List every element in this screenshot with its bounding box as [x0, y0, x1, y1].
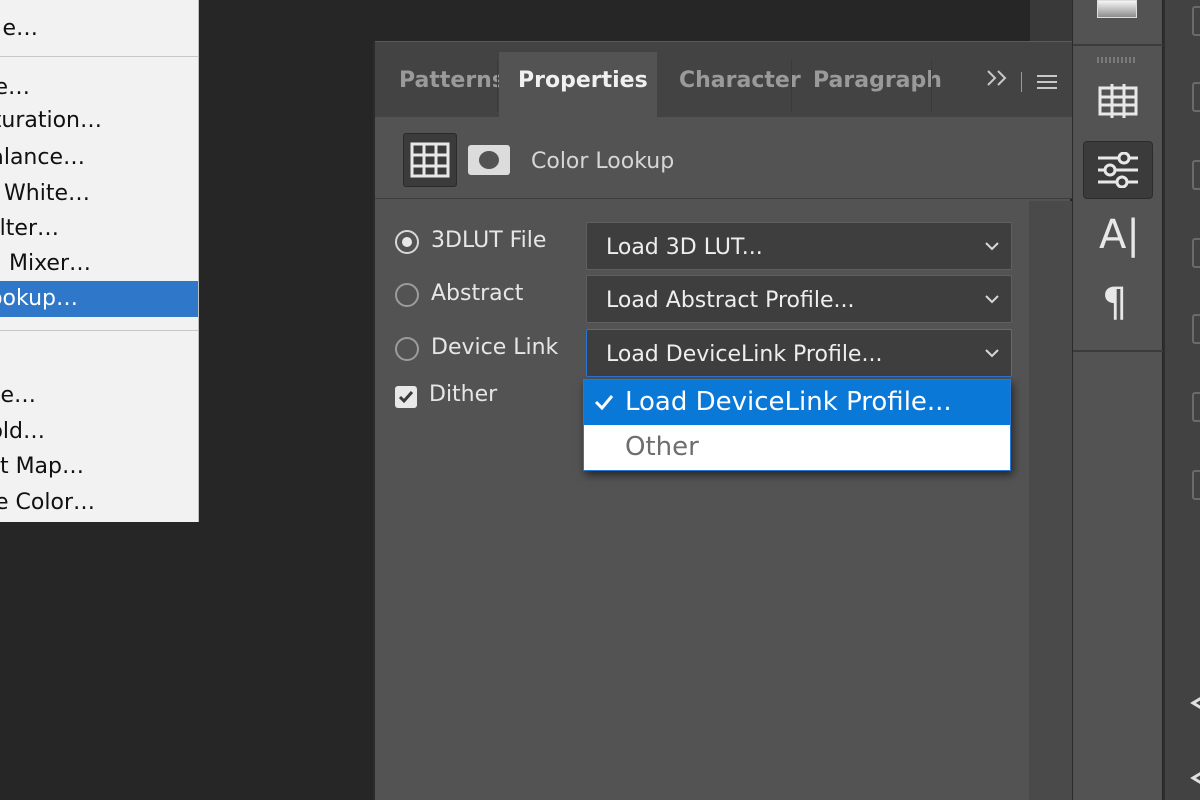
adjustment-grid-icon[interactable]: [403, 133, 457, 187]
panel-dock-strip: [1030, 0, 1072, 41]
scrollbar-track[interactable]: [1029, 201, 1072, 800]
dropdown-option-label: Other: [625, 432, 699, 462]
devicelink-profile-select[interactable]: Load DeviceLink Profile...: [586, 329, 1012, 377]
menu-item-label: d White…: [0, 181, 90, 206]
visibility-eye-icon[interactable]: [1189, 770, 1200, 786]
toolbar-divider: [1073, 44, 1163, 46]
toolbar-divider: [1073, 350, 1163, 352]
radio-label: Device Link: [431, 335, 559, 360]
dropdown-option-other[interactable]: Other: [584, 425, 1010, 470]
checkmark-icon: [594, 395, 614, 411]
far-right-panel: [1163, 0, 1200, 800]
menu-item-label: turation…: [0, 108, 102, 133]
panel-thumbnail[interactable]: [1192, 470, 1200, 500]
menu-item-label: e…: [0, 75, 30, 100]
photoshop-workspace: e… e… turation… alance… d White… ilter… …: [0, 0, 1200, 800]
hamburger-menu-icon[interactable]: [1037, 75, 1057, 93]
tab-label: Paragraph: [813, 68, 942, 93]
menu-item[interactable]: e Color…: [0, 485, 198, 521]
menu-separator: [0, 330, 198, 331]
menu-item-label: e…: [0, 383, 36, 408]
menu-item[interactable]: alance…: [0, 140, 198, 176]
tab-patterns[interactable]: Patterns: [375, 52, 505, 118]
panel-thumbnail[interactable]: [1192, 82, 1200, 112]
menu-item[interactable]: turation…: [0, 103, 198, 139]
radio-3dlut-file[interactable]: [395, 230, 419, 254]
chevron-down-icon: [985, 349, 999, 358]
select-value: Load 3D LUT...: [606, 235, 763, 260]
character-text-icon[interactable]: A|: [1099, 212, 1140, 258]
tab-character[interactable]: Character: [655, 52, 801, 118]
menu-item-label: l Mixer…: [0, 251, 91, 276]
menu-item[interactable]: l Mixer…: [0, 246, 198, 282]
layer-mask-icon[interactable]: [461, 133, 515, 187]
menu-item-label: alance…: [0, 145, 85, 170]
devicelink-dropdown-list: Load DeviceLink Profile... Other: [583, 379, 1011, 471]
abstract-profile-select[interactable]: Load Abstract Profile...: [586, 275, 1012, 323]
grid-adjust-icon: [1098, 84, 1138, 118]
chevron-down-icon: [985, 295, 999, 304]
toolbar-grip[interactable]: [1097, 57, 1137, 63]
properties-title: Color Lookup: [531, 149, 675, 174]
menu-item-label: t Map…: [0, 454, 84, 479]
dropdown-option-label: Load DeviceLink Profile...: [625, 387, 952, 417]
adjustments-sliders-icon: [1098, 152, 1138, 188]
paragraph-icon[interactable]: ¶: [1102, 280, 1127, 326]
select-value: Load DeviceLink Profile...: [606, 342, 883, 367]
menu-item[interactable]: e…: [0, 70, 198, 106]
menu-item-label: old…: [0, 419, 45, 444]
adjustments-button[interactable]: [1083, 141, 1153, 199]
menu-item[interactable]: old…: [0, 414, 198, 450]
menu-item[interactable]: d White…: [0, 176, 198, 212]
panel-thumbnail[interactable]: [1192, 238, 1200, 268]
menu-item-label: e Color…: [0, 490, 95, 515]
tab-bar-divider: [1021, 72, 1022, 92]
tab-paragraph[interactable]: Paragraph: [789, 52, 942, 118]
radio-label: Abstract: [431, 281, 524, 306]
menu-item-label: e…: [2, 16, 38, 41]
tab-properties[interactable]: Properties: [499, 52, 657, 118]
dither-checkbox[interactable]: [395, 386, 417, 408]
menu-item-color-lookup[interactable]: ookup…: [0, 281, 198, 317]
dropdown-option-load-devicelink[interactable]: Load DeviceLink Profile...: [584, 380, 1010, 425]
radio-label: 3DLUT File: [431, 228, 547, 253]
properties-header: Color Lookup: [375, 117, 1072, 199]
dither-label: Dither: [429, 382, 498, 407]
radio-abstract[interactable]: [395, 283, 419, 307]
radio-device-link[interactable]: [395, 337, 419, 361]
panel-thumbnail[interactable]: [1192, 392, 1200, 422]
tab-label: Patterns: [399, 68, 505, 93]
chevron-down-icon: [985, 242, 999, 251]
panel-tab-bar: Patterns Properties Character Paragraph: [375, 41, 1072, 118]
menu-separator: [0, 56, 198, 57]
panel-thumbnail[interactable]: [1192, 314, 1200, 344]
menu-item[interactable]: e…: [0, 11, 198, 47]
menu-item-label: ilter…: [0, 216, 59, 241]
menu-item[interactable]: t Map…: [0, 449, 198, 485]
select-value: Load Abstract Profile...: [606, 288, 855, 313]
menu-item[interactable]: ilter…: [0, 211, 198, 247]
menu-item-label: ookup…: [0, 286, 78, 311]
adjustments-menu: e… e… turation… alance… d White… ilter… …: [0, 0, 199, 522]
tab-label: Character: [679, 68, 801, 93]
visibility-eye-icon[interactable]: [1189, 695, 1200, 711]
right-panel-toolbar: A| ¶: [1072, 0, 1163, 800]
checkmark-icon: [398, 391, 414, 404]
tab-divider: [931, 60, 932, 112]
grid-adjust-button[interactable]: [1083, 72, 1153, 130]
menu-item[interactable]: e…: [0, 378, 198, 414]
gradient-swatch-icon[interactable]: [1097, 0, 1137, 18]
double-chevron-right-icon[interactable]: [983, 66, 1013, 96]
tab-divider: [497, 60, 498, 112]
lut-file-select[interactable]: Load 3D LUT...: [586, 222, 1012, 270]
tab-label: Properties: [518, 68, 648, 93]
panel-thumbnail[interactable]: [1192, 6, 1200, 36]
panel-thumbnail[interactable]: [1192, 160, 1200, 190]
